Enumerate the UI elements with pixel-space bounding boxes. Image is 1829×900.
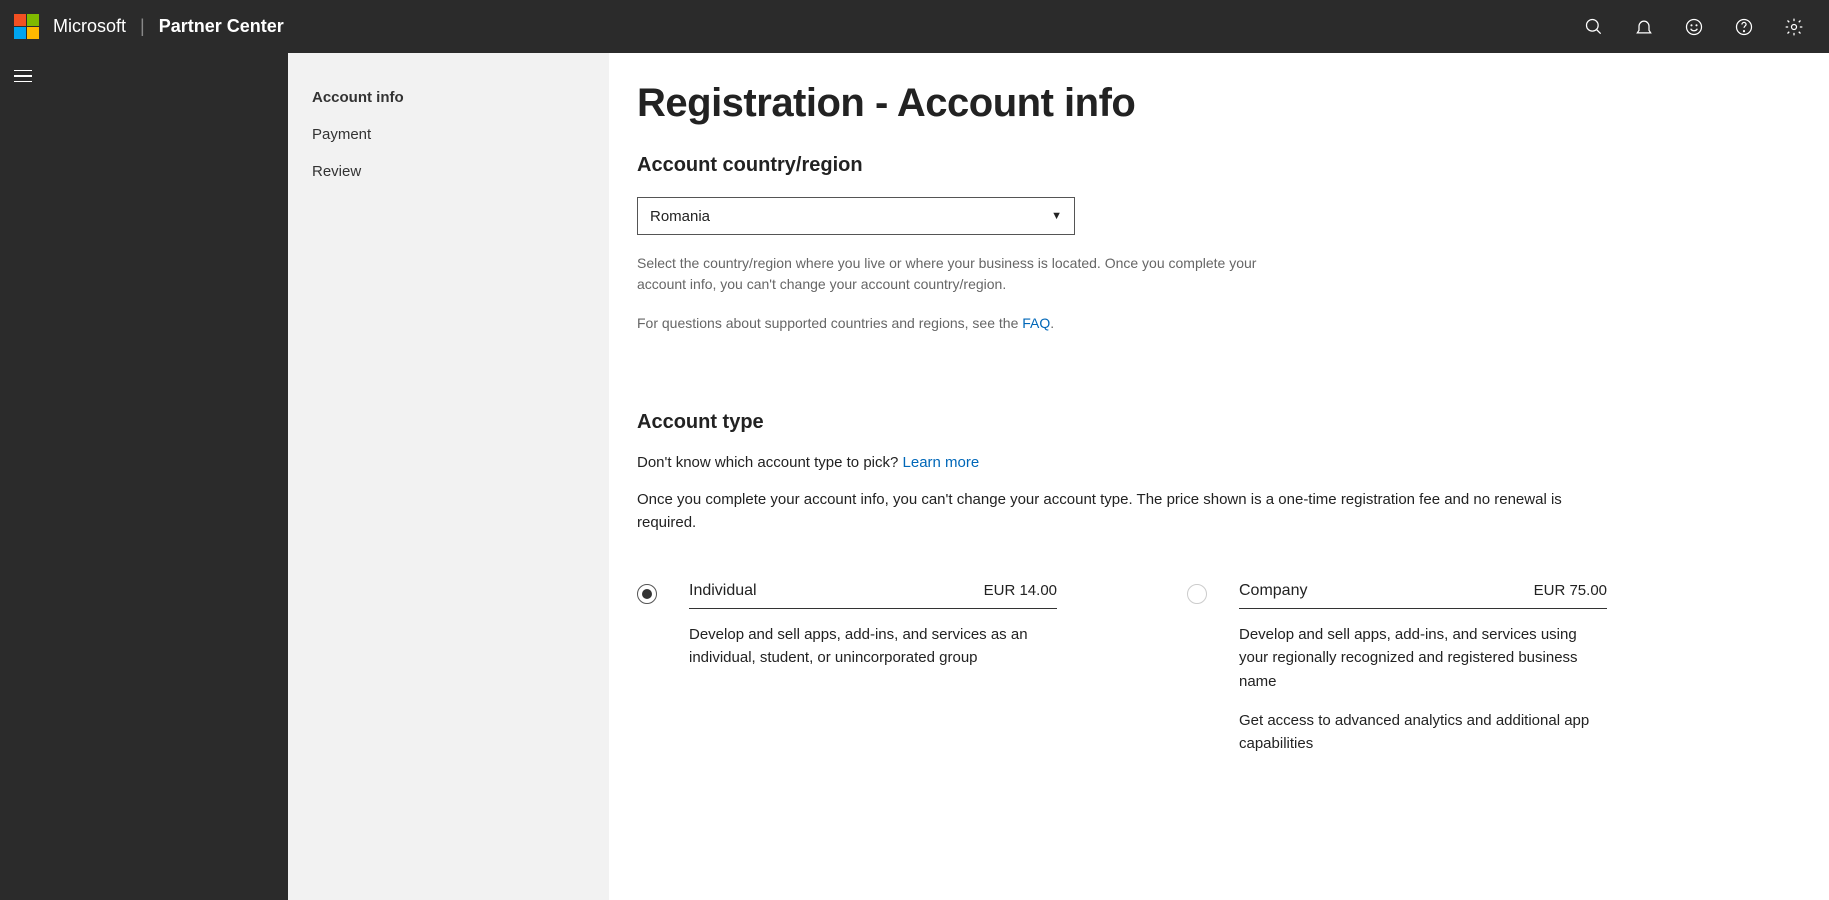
country-section-title: Account country/region bbox=[637, 154, 1801, 177]
app-header: Microsoft | Partner Center bbox=[0, 0, 1829, 53]
country-select-value: Romania bbox=[650, 208, 710, 225]
option-desc-extra: Get access to advanced analytics and add… bbox=[1239, 709, 1607, 756]
main-content: Registration - Account info Account coun… bbox=[609, 53, 1829, 900]
faq-prefix: For questions about supported countries … bbox=[637, 315, 1022, 331]
option-name: Individual bbox=[689, 582, 757, 600]
account-type-options: Individual EUR 14.00 Develop and sell ap… bbox=[637, 582, 1801, 771]
left-rail bbox=[0, 53, 288, 900]
account-type-individual[interactable]: Individual EUR 14.00 Develop and sell ap… bbox=[637, 582, 1057, 771]
option-name: Company bbox=[1239, 582, 1307, 600]
steps-sidebar: Account info Payment Review bbox=[288, 53, 609, 900]
account-type-company[interactable]: Company EUR 75.00 Develop and sell apps,… bbox=[1187, 582, 1607, 771]
sidebar-item-account-info[interactable]: Account info bbox=[312, 81, 585, 118]
sidebar-item-review[interactable]: Review bbox=[312, 155, 585, 192]
sidebar-item-payment[interactable]: Payment bbox=[312, 118, 585, 155]
chevron-down-icon: ▼ bbox=[1051, 210, 1062, 222]
option-price: EUR 75.00 bbox=[1534, 582, 1607, 599]
settings-gear-icon[interactable] bbox=[1783, 16, 1805, 38]
product-name: Partner Center bbox=[159, 16, 284, 37]
feedback-smile-icon[interactable] bbox=[1683, 16, 1705, 38]
account-type-description: Once you complete your account info, you… bbox=[637, 489, 1577, 534]
learn-more-link[interactable]: Learn more bbox=[903, 454, 980, 471]
help-icon[interactable] bbox=[1733, 16, 1755, 38]
option-desc: Develop and sell apps, add-ins, and serv… bbox=[689, 623, 1057, 670]
header-actions bbox=[1583, 16, 1815, 38]
country-help-text: Select the country/region where you live… bbox=[637, 253, 1277, 295]
option-desc: Develop and sell apps, add-ins, and serv… bbox=[1239, 623, 1607, 693]
faq-link[interactable]: FAQ bbox=[1022, 315, 1050, 331]
type-prompt-text: Don't know which account type to pick? bbox=[637, 454, 903, 471]
radio-company[interactable] bbox=[1187, 584, 1207, 604]
brand-area: Microsoft | Partner Center bbox=[53, 16, 284, 37]
brand-separator: | bbox=[140, 16, 145, 37]
brand-name: Microsoft bbox=[53, 16, 126, 37]
search-icon[interactable] bbox=[1583, 16, 1605, 38]
page-title: Registration - Account info bbox=[637, 81, 1801, 126]
faq-line: For questions about supported countries … bbox=[637, 315, 1801, 331]
notifications-icon[interactable] bbox=[1633, 16, 1655, 38]
account-type-prompt: Don't know which account type to pick? L… bbox=[637, 454, 1801, 471]
hamburger-menu-icon[interactable] bbox=[0, 61, 40, 91]
microsoft-logo-icon bbox=[14, 14, 39, 39]
radio-individual[interactable] bbox=[637, 584, 657, 604]
account-type-section-title: Account type bbox=[637, 411, 1801, 434]
option-price: EUR 14.00 bbox=[984, 582, 1057, 599]
country-select[interactable]: Romania ▼ bbox=[637, 197, 1075, 235]
